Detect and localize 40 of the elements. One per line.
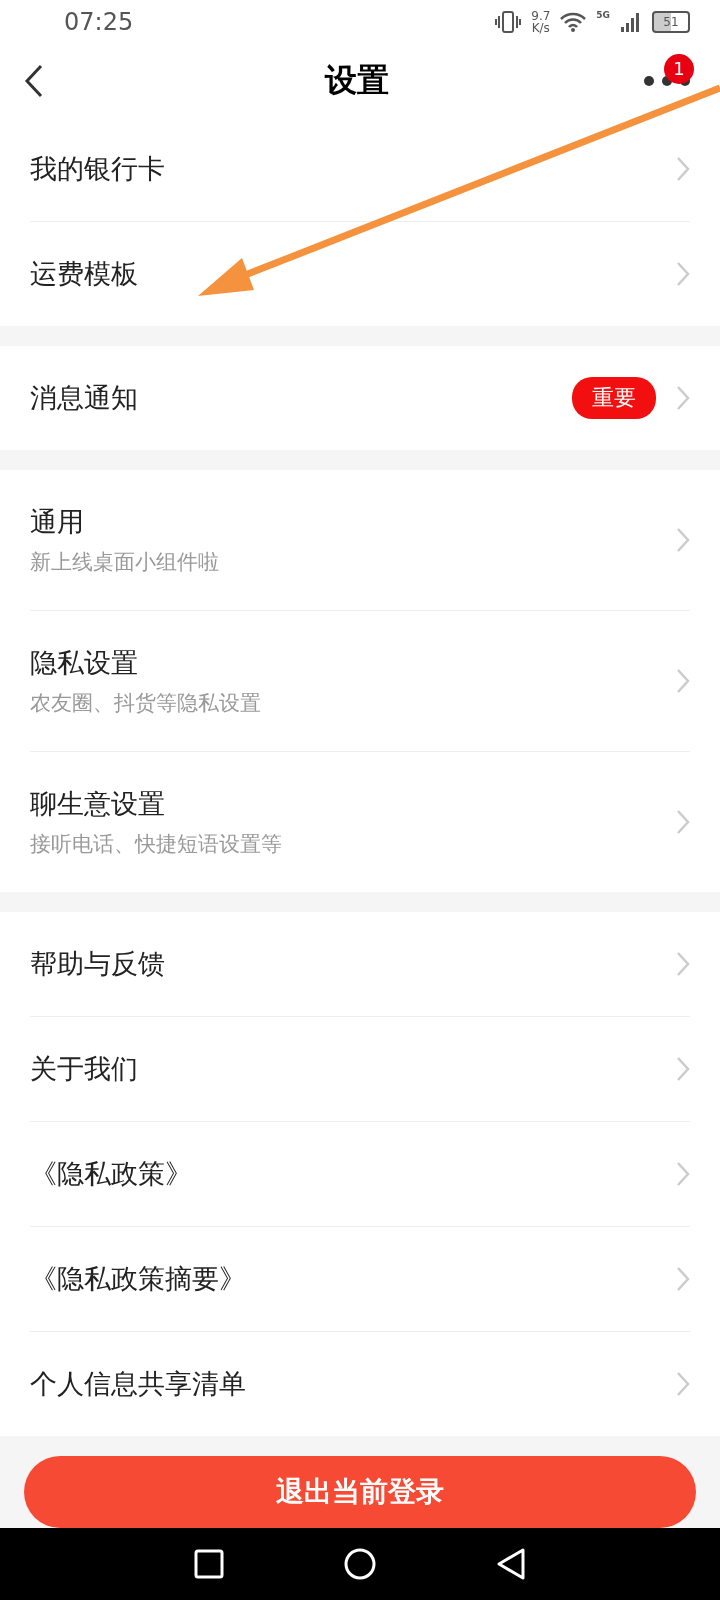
setting-subtitle: 接听电话、快捷短语设置等 <box>30 830 283 858</box>
setting-title[interactable]: 个人信息共享清单 <box>30 1365 676 1402</box>
setting-title[interactable]: 关于我们 <box>30 1050 676 1087</box>
setting-title[interactable]: 《隐私政策》 <box>30 1155 676 1192</box>
chevron-right-icon <box>676 155 690 182</box>
setting-title[interactable]: 帮助与反馈 <box>30 945 676 982</box>
setting-title[interactable]: 运费模板 <box>30 255 676 292</box>
chevron-right-icon <box>676 667 690 694</box>
setting-title[interactable]: 《隐私政策摘要》 <box>30 1260 676 1297</box>
home-icon[interactable] <box>344 1548 376 1581</box>
chevron-right-icon <box>676 1370 690 1397</box>
setting-title[interactable]: 消息通知 <box>30 379 572 416</box>
chevron-right-icon <box>676 526 690 553</box>
chevron-right-icon <box>676 260 690 287</box>
back-icon[interactable] <box>24 63 44 98</box>
setting-title[interactable]: 隐私设置 <box>30 644 676 681</box>
chevron-right-icon <box>676 808 690 835</box>
battery-level: 51 <box>652 11 690 34</box>
setting-title[interactable]: 我的银行卡 <box>30 150 676 187</box>
chevron-right-icon <box>676 384 690 411</box>
wifi-icon <box>560 11 587 34</box>
logout-button[interactable]: 退出当前登录 <box>24 1455 696 1529</box>
vibrate-icon <box>495 11 522 34</box>
chevron-right-icon <box>676 950 690 977</box>
setting-title[interactable]: 聊生意设置 <box>30 785 676 822</box>
signal-icon <box>620 11 642 34</box>
page-title: 设置 <box>325 59 389 101</box>
back-triangle-icon[interactable] <box>496 1548 526 1581</box>
recents-icon[interactable] <box>194 1549 224 1580</box>
chevron-right-icon <box>676 1160 690 1187</box>
status-time: 07:25 <box>64 8 135 37</box>
setting-subtitle: 新上线桌面小组件啦 <box>30 548 220 576</box>
setting-title[interactable]: 通用 <box>30 503 676 540</box>
important-tag: 重要 <box>572 376 656 419</box>
chevron-right-icon <box>676 1055 690 1082</box>
setting-subtitle: 农友圈、抖货等隐私设置 <box>30 689 262 717</box>
network-type: 5G <box>596 10 610 21</box>
network-speed: 9.7 K/s <box>531 10 551 35</box>
chevron-right-icon <box>676 1265 690 1292</box>
notification-badge: 1 <box>664 53 694 84</box>
